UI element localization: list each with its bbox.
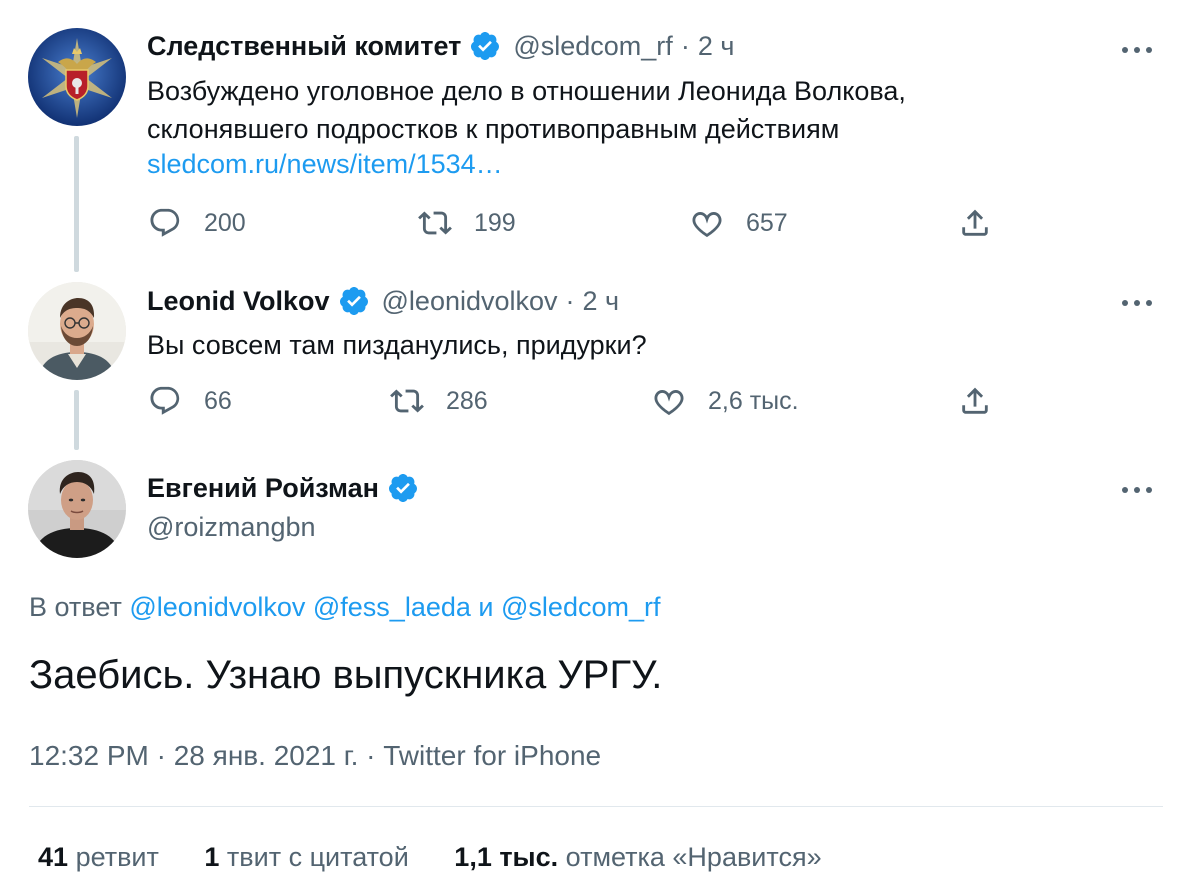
share-button[interactable] bbox=[958, 384, 992, 418]
more-icon[interactable] bbox=[1117, 480, 1157, 500]
tweet-time[interactable]: 2 ч bbox=[583, 286, 620, 317]
verified-badge-icon bbox=[469, 30, 501, 62]
retweet-count: 286 bbox=[446, 386, 488, 415]
like-count: 657 bbox=[746, 208, 788, 237]
author-name[interactable]: Следственный комитет bbox=[147, 31, 461, 62]
retweet-icon bbox=[390, 389, 424, 413]
share-button[interactable] bbox=[958, 206, 992, 240]
reply-count: 66 bbox=[204, 386, 232, 415]
like-count: 2,6 тыс. bbox=[708, 386, 799, 415]
separator-dot: · bbox=[565, 285, 575, 316]
author-name[interactable]: Евгений Ройзман bbox=[147, 473, 379, 504]
user-photo-icon bbox=[28, 460, 126, 558]
avatar-volkov[interactable] bbox=[28, 282, 126, 380]
tweet-text-line-2: склонявшего подростков к противоправным … bbox=[147, 114, 840, 144]
separator-dot: · bbox=[680, 30, 690, 61]
sledcom-emblem-icon bbox=[28, 28, 126, 126]
reply-button[interactable]: 66 bbox=[148, 384, 232, 418]
tweet-meta[interactable]: 12:32 PM · 28 янв. 2021 г. · Twitter for… bbox=[29, 740, 601, 772]
likes-label: отметка «Нравится» bbox=[565, 842, 822, 872]
user-photo-icon bbox=[28, 282, 126, 380]
share-icon bbox=[962, 209, 988, 236]
thread-line-1 bbox=[74, 136, 79, 272]
more-icon[interactable] bbox=[1117, 40, 1157, 60]
tweet-text-line-1: Возбуждено уголовное дело в отношении Ле… bbox=[147, 76, 906, 106]
tweet-stats: 41 ретвит 1 твит с цитатой 1,1 тыс. отме… bbox=[38, 842, 860, 873]
retweet-count: 199 bbox=[474, 208, 516, 237]
like-button[interactable]: 2,6 тыс. bbox=[652, 384, 799, 418]
tweet-text-line-1: Вы совсем там пизданулись, придурки? bbox=[147, 330, 647, 360]
divider bbox=[29, 806, 1163, 807]
avatar-roizman[interactable] bbox=[28, 460, 126, 558]
reply-icon bbox=[150, 208, 180, 237]
reply-count: 200 bbox=[204, 208, 246, 237]
thread-line-2 bbox=[74, 390, 79, 450]
mention-link[interactable]: @fess_laeda bbox=[313, 592, 471, 622]
author-name[interactable]: Leonid Volkov bbox=[147, 286, 330, 317]
quotes-label: твит с цитатой bbox=[226, 842, 409, 872]
retweets-number: 41 bbox=[38, 842, 69, 872]
author-handle[interactable]: @leonidvolkov bbox=[382, 286, 558, 317]
main-tweet-text: Заебись. Узнаю выпускника УРГУ. bbox=[29, 653, 663, 697]
retweet-button[interactable]: 199 bbox=[418, 206, 516, 240]
likes-stat[interactable]: 1,1 тыс. отметка «Нравится» bbox=[454, 842, 821, 872]
reply-prefix: В ответ bbox=[29, 592, 122, 622]
verified-badge-icon bbox=[338, 285, 370, 317]
heart-icon bbox=[692, 212, 722, 238]
retweet-icon bbox=[418, 211, 452, 235]
retweets-stat[interactable]: 41 ретвит bbox=[38, 842, 159, 872]
thread-tweet-1[interactable]: Следственный комитет @sledcom_rf · 2 ч В… bbox=[0, 0, 1183, 280]
replying-to: В ответ @leonidvolkov @fess_laeda и @sle… bbox=[29, 592, 660, 623]
reply-icon bbox=[150, 386, 180, 415]
tweet-text: Возбуждено уголовное дело в отношении Ле… bbox=[147, 72, 906, 148]
reply-conjunction: и bbox=[478, 592, 494, 622]
more-icon[interactable] bbox=[1117, 293, 1157, 313]
tweet-text: Вы совсем там пизданулись, придурки? bbox=[147, 326, 647, 364]
mention-link[interactable]: @sledcom_rf bbox=[501, 592, 660, 622]
avatar-sledcom[interactable] bbox=[28, 28, 126, 126]
quotes-stat[interactable]: 1 твит с цитатой bbox=[204, 842, 408, 872]
mention-link[interactable]: @leonidvolkov bbox=[129, 592, 305, 622]
author-handle[interactable]: @sledcom_rf bbox=[513, 31, 672, 62]
like-button[interactable]: 657 bbox=[690, 206, 788, 240]
tweet-header: Следственный комитет @sledcom_rf · 2 ч bbox=[147, 30, 734, 62]
tweet-time[interactable]: 2 ч bbox=[698, 31, 735, 62]
main-tweet-header: Евгений Ройзман bbox=[147, 472, 431, 504]
tweet-header: Leonid Volkov @leonidvolkov · 2 ч bbox=[147, 285, 619, 317]
likes-number: 1,1 тыс. bbox=[454, 842, 559, 872]
verified-badge-icon bbox=[387, 472, 419, 504]
tweet-link[interactable]: sledcom.ru/news/item/1534… bbox=[147, 149, 503, 180]
heart-icon bbox=[654, 390, 684, 416]
reply-button[interactable]: 200 bbox=[148, 206, 246, 240]
retweet-button[interactable]: 286 bbox=[390, 384, 488, 418]
share-icon bbox=[962, 387, 988, 414]
quotes-number: 1 bbox=[204, 842, 220, 872]
retweets-label: ретвит bbox=[75, 842, 159, 872]
author-handle[interactable]: @roizmangbn bbox=[147, 512, 316, 543]
